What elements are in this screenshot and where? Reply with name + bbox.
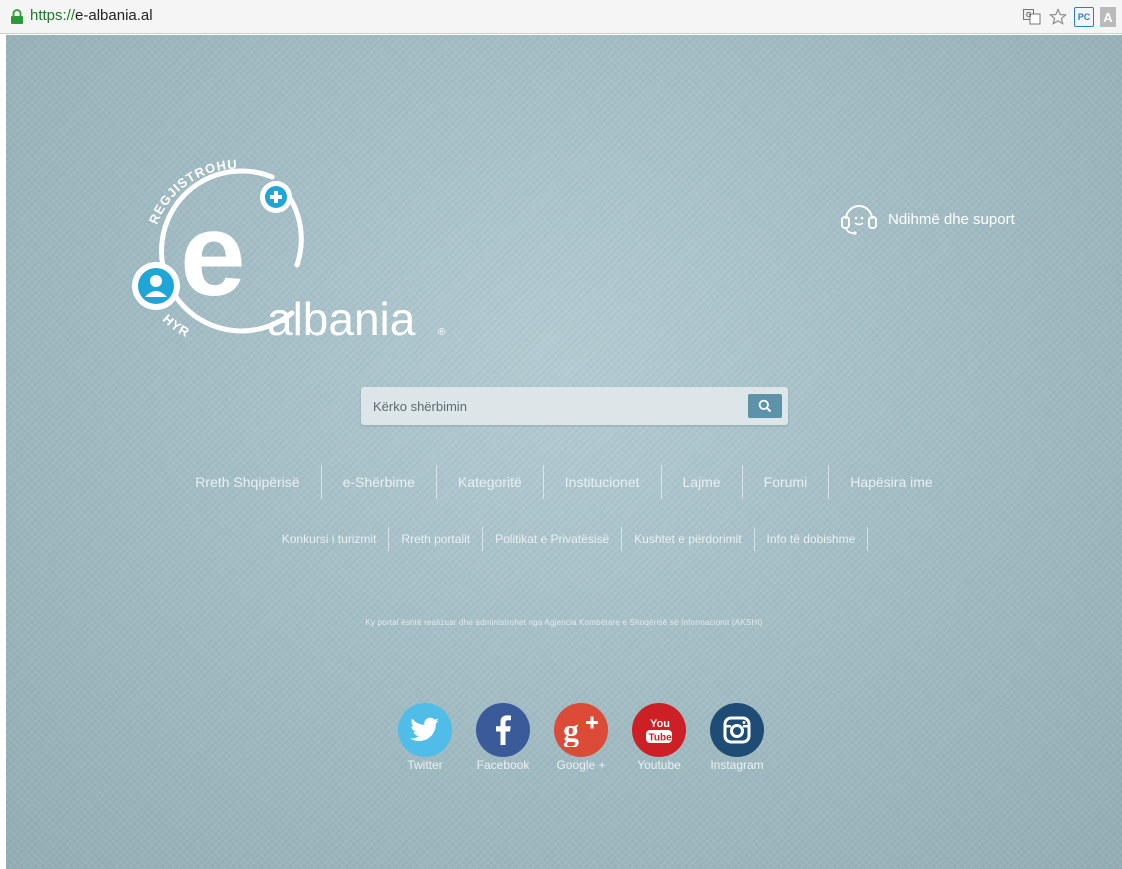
social-label: Youtube	[637, 758, 681, 772]
instagram-icon	[710, 703, 764, 757]
svg-text:Tube: Tube	[649, 733, 673, 744]
a-extension-icon[interactable]: A	[1100, 7, 1116, 27]
social-twitter[interactable]: Twitter	[386, 703, 464, 772]
subnav-kushtet-e-perdorimit[interactable]: Kushtet e përdorimit	[622, 527, 755, 551]
lock-icon	[11, 9, 23, 24]
url-field[interactable]: https://e-albania.al	[30, 7, 153, 24]
nav-lajme[interactable]: Lajme	[662, 465, 743, 499]
url-host: e-albania.al	[75, 7, 153, 24]
nav-institucionet[interactable]: Institucionet	[544, 465, 662, 499]
twitter-icon	[398, 703, 452, 757]
svg-text:g: g	[563, 713, 579, 747]
social-facebook[interactable]: Facebook	[464, 703, 542, 772]
page-background: REGJISTROHU HYR e albania ® Ndihmë dhe s…	[6, 35, 1122, 869]
pc-extension-label: PC	[1077, 12, 1091, 22]
search-box	[361, 387, 788, 425]
register-plus-icon[interactable]	[260, 181, 292, 213]
social-label: Google +	[556, 758, 606, 772]
browser-toolbar-icons: G PC A	[1022, 7, 1116, 27]
nav-kategorite[interactable]: Kategoritë	[437, 465, 544, 499]
nav-forumi[interactable]: Forumi	[743, 465, 830, 499]
social-instagram[interactable]: Instagram	[698, 703, 776, 772]
social-youtube[interactable]: You Tube Youtube	[620, 703, 698, 772]
social-label: Instagram	[710, 758, 764, 772]
nav-hapesira-ime[interactable]: Hapësira ime	[829, 465, 953, 499]
search-input[interactable]	[361, 387, 731, 425]
pc-extension-icon[interactable]: PC	[1074, 7, 1094, 27]
google-plus-icon: g	[554, 703, 608, 757]
e-albania-logo[interactable]: REGJISTROHU HYR e albania ®	[122, 145, 472, 355]
social-label: Facebook	[476, 758, 530, 772]
search-icon	[758, 399, 772, 413]
social-google-plus[interactable]: g Google +	[542, 703, 620, 772]
help-support-label: Ndihmë dhe suport	[888, 210, 1015, 228]
facebook-icon	[476, 703, 530, 757]
subnav-rreth-portalit[interactable]: Rreth portalit	[389, 527, 484, 551]
svg-text:G: G	[1026, 11, 1031, 19]
search-button[interactable]	[748, 394, 782, 418]
browser-address-bar: https://e-albania.al G PC A	[0, 0, 1122, 34]
nav-e-sherbime[interactable]: e-Shërbime	[322, 465, 437, 499]
headset-icon	[841, 205, 877, 235]
subnav-konkursi-i-turizmit[interactable]: Konkursi i turizmit	[270, 527, 390, 551]
a-extension-label: A	[1103, 9, 1113, 25]
social-links: Twitter Facebook g Google + You Tube You…	[386, 703, 776, 772]
login-user-icon[interactable]	[132, 262, 180, 310]
portal-credit-text: Ky portal është realizuar dhe administro…	[365, 618, 763, 627]
subnav-info-te-dobishme[interactable]: Info të dobishme	[755, 527, 869, 551]
main-navigation: Rreth Shqipërisë e-Shërbime Kategoritë I…	[6, 465, 1122, 499]
subnav-politikat-e-privatesise[interactable]: Politikat e Privatësisë	[483, 527, 623, 551]
secondary-navigation: Konkursi i turizmit Rreth portalit Polit…	[6, 527, 1122, 551]
logo-e-letter: e	[180, 189, 246, 321]
help-support-link[interactable]: Ndihmë dhe suport	[838, 202, 1015, 236]
registered-mark: ®	[438, 327, 446, 338]
youtube-icon: You Tube	[632, 703, 686, 757]
nav-rreth-shqiperise[interactable]: Rreth Shqipërisë	[174, 465, 322, 499]
translate-icon[interactable]: G	[1022, 7, 1042, 27]
logo-wordmark: albania	[267, 293, 416, 345]
svg-text:You: You	[650, 718, 670, 730]
url-scheme: https://	[30, 7, 76, 24]
star-icon[interactable]	[1048, 7, 1068, 27]
social-label: Twitter	[407, 758, 443, 772]
